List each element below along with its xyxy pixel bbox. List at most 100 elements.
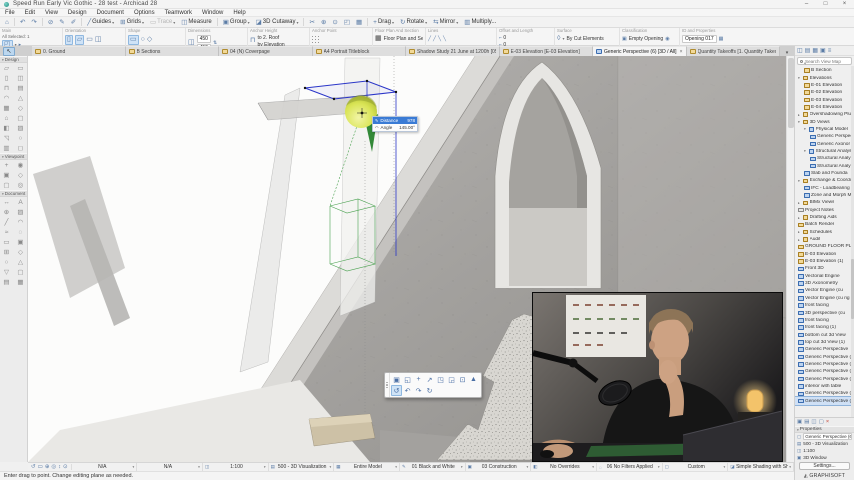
scissors-icon[interactable]: ✂ bbox=[306, 17, 317, 27]
view-map-item[interactable]: E-03 Elevation bbox=[795, 96, 854, 103]
id-field[interactable]: Opening 017 bbox=[682, 34, 717, 43]
view-map-item[interactable]: E-03 Elevation (1) bbox=[795, 258, 854, 265]
cut-line-icon[interactable]: ╱ bbox=[428, 35, 431, 43]
home-icon[interactable]: ⌂ bbox=[2, 17, 12, 27]
viewport-scrollbar[interactable] bbox=[786, 56, 794, 462]
view-map-item[interactable]: ▸ Drafting Aids bbox=[795, 214, 854, 221]
design-tool-icon[interactable]: ▭ bbox=[14, 63, 28, 73]
toolbar-separator[interactable] bbox=[81, 18, 83, 26]
view-map-item[interactable]: Generic Perspective (2 bbox=[795, 361, 854, 368]
pet-palette-button[interactable]: ▲ bbox=[468, 374, 479, 385]
view-map-item[interactable]: Generic Perspective (1 bbox=[795, 353, 854, 360]
document-tool-icon[interactable]: ↔ bbox=[0, 197, 14, 207]
design-tool-icon[interactable]: ⌂ bbox=[0, 113, 14, 123]
design-tool-icon[interactable]: ◻ bbox=[14, 143, 28, 153]
document-tool-icon[interactable]: △ bbox=[14, 257, 28, 267]
view-map-item[interactable]: Slab and Founda bbox=[795, 170, 854, 177]
view-map-item[interactable]: Vector Engine (cu bbox=[795, 287, 854, 294]
menu-teamwork[interactable]: Teamwork bbox=[160, 9, 197, 17]
expand-arrow-icon[interactable]: ▾ bbox=[798, 120, 801, 124]
menu-document[interactable]: Document bbox=[92, 9, 129, 17]
view-map-item[interactable]: ▾ Physical Model bbox=[795, 126, 854, 133]
view-map-item[interactable]: front facing bbox=[795, 317, 854, 324]
pet-palette-button[interactable]: ◲ bbox=[446, 374, 457, 385]
shape-polygon-icon[interactable]: ◇ bbox=[147, 36, 152, 44]
viewpoint-tool-icon[interactable]: ◉ bbox=[14, 160, 28, 170]
view-map-item[interactable]: Zone and Morph M bbox=[795, 192, 854, 199]
viewpoint-tool-icon[interactable]: ◇ bbox=[14, 170, 28, 180]
viewpoint-tool-icon[interactable]: ▣ bbox=[0, 170, 14, 180]
design-tool-icon[interactable]: ◠ bbox=[0, 93, 14, 103]
properties-toolbar-icon[interactable]: × bbox=[826, 419, 829, 425]
expand-arrow-icon[interactable]: ▸ bbox=[798, 216, 801, 220]
view-map-item[interactable]: Structural Analy bbox=[795, 155, 854, 162]
rotate-button[interactable]: ↻ Rotate ▾ bbox=[397, 17, 430, 27]
navigator-panel-icon[interactable]: ◫ bbox=[797, 47, 803, 54]
orientation-slanted-icon[interactable]: ▱ bbox=[74, 34, 85, 45]
view-map-item[interactable]: Generic Perspective bbox=[795, 346, 854, 353]
document-tool-icon[interactable]: ▭ bbox=[0, 237, 14, 247]
menu-help[interactable]: Help bbox=[228, 9, 250, 17]
view-map-item[interactable]: Generic Perspective (3 bbox=[795, 368, 854, 375]
design-tool-icon[interactable]: ▢ bbox=[14, 113, 28, 123]
tab-shadow-study[interactable]: Shadow Study 21 June at 1200h [05 Sh bbox=[406, 46, 500, 56]
eraser-icon[interactable]: ⊘ bbox=[45, 17, 56, 27]
maximize-button[interactable]: □ bbox=[816, 0, 835, 9]
redo-icon[interactable]: ↷ bbox=[28, 17, 39, 27]
view-map-item[interactable]: ▾ Exchange & Coordin bbox=[795, 177, 854, 184]
view-map-item[interactable]: front facing bbox=[795, 302, 854, 309]
expand-arrow-icon[interactable]: ▸ bbox=[798, 113, 801, 117]
expand-arrow-icon[interactable]: ▾ bbox=[804, 127, 807, 131]
shape-circle-icon[interactable]: ○ bbox=[141, 36, 145, 44]
toolbar-separator[interactable] bbox=[41, 18, 43, 26]
pet-palette-button[interactable]: ↺ bbox=[391, 385, 402, 396]
view-map-item[interactable]: ▸ BIMx Views bbox=[795, 199, 854, 206]
pet-palette-button[interactable]: ◳ bbox=[435, 374, 446, 385]
guides-button[interactable]: ╱ Guides ▾ bbox=[84, 17, 117, 27]
view-map-search[interactable] bbox=[797, 57, 852, 65]
navigation-icon[interactable]: ↕ bbox=[58, 464, 61, 470]
menu-options[interactable]: Options bbox=[129, 9, 160, 17]
document-tool-icon[interactable]: ▦ bbox=[14, 277, 28, 287]
view-map-item[interactable]: 3D Axonometry bbox=[795, 280, 854, 287]
document-tool-icon[interactable]: ◠ bbox=[14, 217, 28, 227]
pet-palette-button[interactable]: ↗ bbox=[424, 374, 435, 385]
properties-toolbar-icon[interactable]: ▣ bbox=[797, 419, 802, 425]
pet-palette-button[interactable]: + bbox=[413, 374, 424, 385]
view-map-item[interactable]: ▾ 3D Views bbox=[795, 118, 854, 125]
navigator-panel-icon[interactable]: ≡ bbox=[828, 48, 832, 54]
anchor-to[interactable]: to 2. Roof bbox=[257, 35, 284, 41]
view-map-item[interactable]: ▾ Elevations bbox=[795, 74, 854, 81]
tab-generic-perspective[interactable]: Generic Perspective (6) [3D / All] × bbox=[593, 46, 687, 56]
classification-value[interactable]: Empty Opening bbox=[629, 36, 663, 42]
expand-arrow-icon[interactable]: ▸ bbox=[798, 238, 801, 242]
hidden-line-icon[interactable]: ╲ bbox=[443, 35, 446, 43]
design-tool-icon[interactable]: ▥ bbox=[0, 143, 14, 153]
grids-button[interactable]: ⊞ Grids ▾ bbox=[117, 17, 147, 27]
elevation-icon[interactable]: ⊙ bbox=[329, 17, 340, 27]
design-tool-icon[interactable]: ▱ bbox=[0, 63, 14, 73]
navigation-icon[interactable]: ⊕ bbox=[45, 464, 50, 470]
document-tool-icon[interactable]: ▤ bbox=[0, 277, 14, 287]
tab-elevation[interactable]: E-03 Elevation [E-03 Elevation] bbox=[499, 46, 593, 56]
view-map-item[interactable]: Generic Perspective (6 bbox=[795, 396, 854, 406]
document-tool-icon[interactable]: ╱ bbox=[0, 217, 14, 227]
design-tool-icon[interactable]: ▯ bbox=[0, 73, 14, 83]
pet-palette-button[interactable]: ↻ bbox=[424, 385, 435, 396]
overhead-line-icon[interactable]: ╱ bbox=[433, 35, 436, 43]
design-tool-icon[interactable]: ◇ bbox=[14, 103, 28, 113]
toolbar-separator[interactable] bbox=[303, 18, 305, 26]
properties-toolbar-icon[interactable]: ▤ bbox=[804, 419, 809, 425]
tracker-distance-row[interactable]: ✎ Distance 978 bbox=[373, 117, 417, 124]
tab-ground[interactable]: 0. Ground bbox=[32, 46, 126, 56]
surface-value[interactable]: By Cut Elements bbox=[566, 36, 603, 42]
close-icon[interactable]: × bbox=[680, 49, 683, 55]
properties-icon[interactable]: ▦ bbox=[719, 35, 724, 43]
properties-toolbar-icon[interactable]: ◫ bbox=[811, 419, 816, 425]
tab-coverpage[interactable]: 04 (N) Coverpage bbox=[219, 46, 313, 56]
document-tool-icon[interactable]: ≈ bbox=[0, 227, 14, 237]
view-map-item[interactable]: 3D perspective (cu bbox=[795, 309, 854, 316]
pet-palette-button[interactable]: ↶ bbox=[402, 385, 413, 396]
group-button[interactable]: ▣ Group ▾ bbox=[220, 17, 253, 27]
grid-snap-icon[interactable]: ▦ bbox=[353, 17, 365, 27]
